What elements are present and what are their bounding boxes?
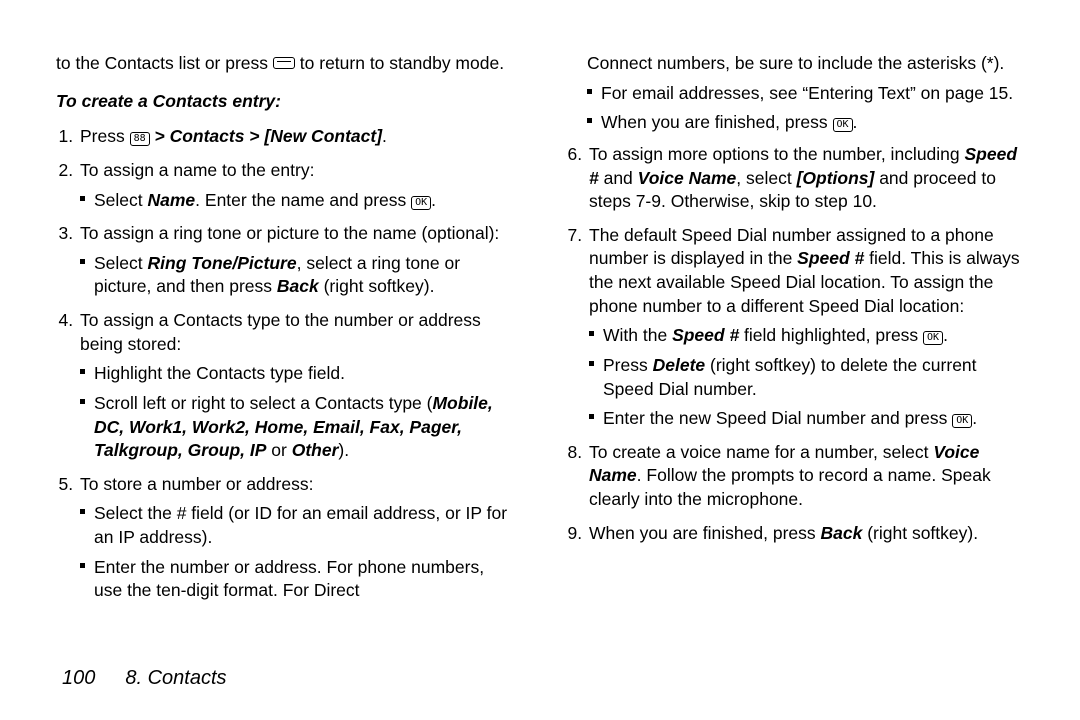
bullet: Select Name. Enter the name and press OK… xyxy=(80,189,515,213)
step-7: The default Speed Dial number assigned t… xyxy=(587,224,1024,431)
label: Speed # xyxy=(672,325,739,345)
step-5: To store a number or address: Select the… xyxy=(78,473,515,603)
text: and xyxy=(599,168,638,188)
text: Press xyxy=(603,355,653,375)
ok-key-icon: OK xyxy=(923,331,943,345)
label: Back xyxy=(821,523,863,543)
text: When you are finished, press xyxy=(589,523,821,543)
step-9: When you are finished, press Back (right… xyxy=(587,522,1024,546)
text: , select xyxy=(736,168,796,188)
label: Name xyxy=(148,190,196,210)
text: Press xyxy=(80,126,130,146)
label: Back xyxy=(277,276,319,296)
text: field highlighted, press xyxy=(739,325,923,345)
text: To create a voice name for a number, sel… xyxy=(589,442,933,462)
continuation-line: to the Contacts list or press to return … xyxy=(56,52,515,76)
text: to the Contacts list or press xyxy=(56,53,273,73)
columns: to the Contacts list or press to return … xyxy=(56,52,1024,647)
menu-key-icon: 88 xyxy=(130,132,150,146)
bullet-cont: Connect numbers, be sure to include the … xyxy=(587,52,1024,76)
manual-page: to the Contacts list or press to return … xyxy=(0,0,1080,720)
text: Scroll left or right to select a Contact… xyxy=(94,393,432,413)
ok-key-icon: OK xyxy=(952,414,972,428)
text: Enter the new Speed Dial number and pres… xyxy=(603,408,952,428)
right-column: Connect numbers, be sure to include the … xyxy=(565,52,1024,647)
subheading: To create a Contacts entry: xyxy=(56,90,515,114)
text: With the xyxy=(603,325,672,345)
text: . Follow the prompts to record a name. S… xyxy=(589,465,991,509)
bullet: Enter the new Speed Dial number and pres… xyxy=(589,407,1024,431)
step-5-continued: Connect numbers, be sure to include the … xyxy=(565,52,1024,135)
text: to return to standby mode. xyxy=(300,53,504,73)
text: ). xyxy=(338,440,349,460)
text: When you are finished, press xyxy=(601,112,833,132)
text: To store a number or address: xyxy=(80,474,313,494)
text: To assign a ring tone or picture to the … xyxy=(80,223,499,243)
bullet: For email addresses, see “Entering Text”… xyxy=(587,82,1024,106)
page-number: 100 xyxy=(62,667,95,690)
step-8: To create a voice name for a number, sel… xyxy=(587,441,1024,512)
text: or xyxy=(266,440,291,460)
bullet: Scroll left or right to select a Contact… xyxy=(80,392,515,463)
text: . xyxy=(382,126,387,146)
text: Select xyxy=(94,253,148,273)
text: . xyxy=(943,325,948,345)
step-1: Press 88 > Contacts > [New Contact]. xyxy=(78,125,515,149)
section-title: 8. Contacts xyxy=(125,667,226,690)
label: Speed # xyxy=(797,248,864,268)
bullet: Enter the number or address. For phone n… xyxy=(80,556,515,603)
step-4: To assign a Contacts type to the number … xyxy=(78,309,515,463)
end-key-icon xyxy=(273,57,295,69)
text: To assign a Contacts type to the number … xyxy=(80,310,481,354)
page-footer: 100 8. Contacts xyxy=(56,647,1024,690)
label: Delete xyxy=(653,355,706,375)
label: [Options] xyxy=(797,168,875,188)
bullet: When you are finished, press OK. xyxy=(587,111,1024,135)
text: . Enter the name and press xyxy=(195,190,411,210)
bullet: Select Ring Tone/Picture, select a ring … xyxy=(80,252,515,299)
steps-list-cont: To assign more options to the number, in… xyxy=(565,143,1024,545)
type-other: Other xyxy=(292,440,339,460)
ok-key-icon: OK xyxy=(833,118,853,132)
label: Voice Name xyxy=(638,168,737,188)
left-column: to the Contacts list or press to return … xyxy=(56,52,515,647)
bullet: Press Delete (right softkey) to delete t… xyxy=(589,354,1024,401)
bullet: With the Speed # field highlighted, pres… xyxy=(589,324,1024,348)
text: (right softkey). xyxy=(319,276,435,296)
step-6: To assign more options to the number, in… xyxy=(587,143,1024,214)
text: . xyxy=(431,190,436,210)
bullet: Select the # field (or ID for an email a… xyxy=(80,502,515,549)
text: (right softkey). xyxy=(862,523,978,543)
text: Select xyxy=(94,190,148,210)
bullet: Highlight the Contacts type field. xyxy=(80,362,515,386)
ok-key-icon: OK xyxy=(411,196,431,210)
steps-list: Press 88 > Contacts > [New Contact]. To … xyxy=(56,125,515,603)
label: Ring Tone/Picture xyxy=(148,253,297,273)
step-2: To assign a name to the entry: Select Na… xyxy=(78,159,515,212)
step-3: To assign a ring tone or picture to the … xyxy=(78,222,515,299)
text: To assign a name to the entry: xyxy=(80,160,314,180)
text: . xyxy=(853,112,858,132)
text: . xyxy=(972,408,977,428)
text: To assign more options to the number, in… xyxy=(589,144,965,164)
path: > Contacts > [New Contact] xyxy=(154,126,382,146)
